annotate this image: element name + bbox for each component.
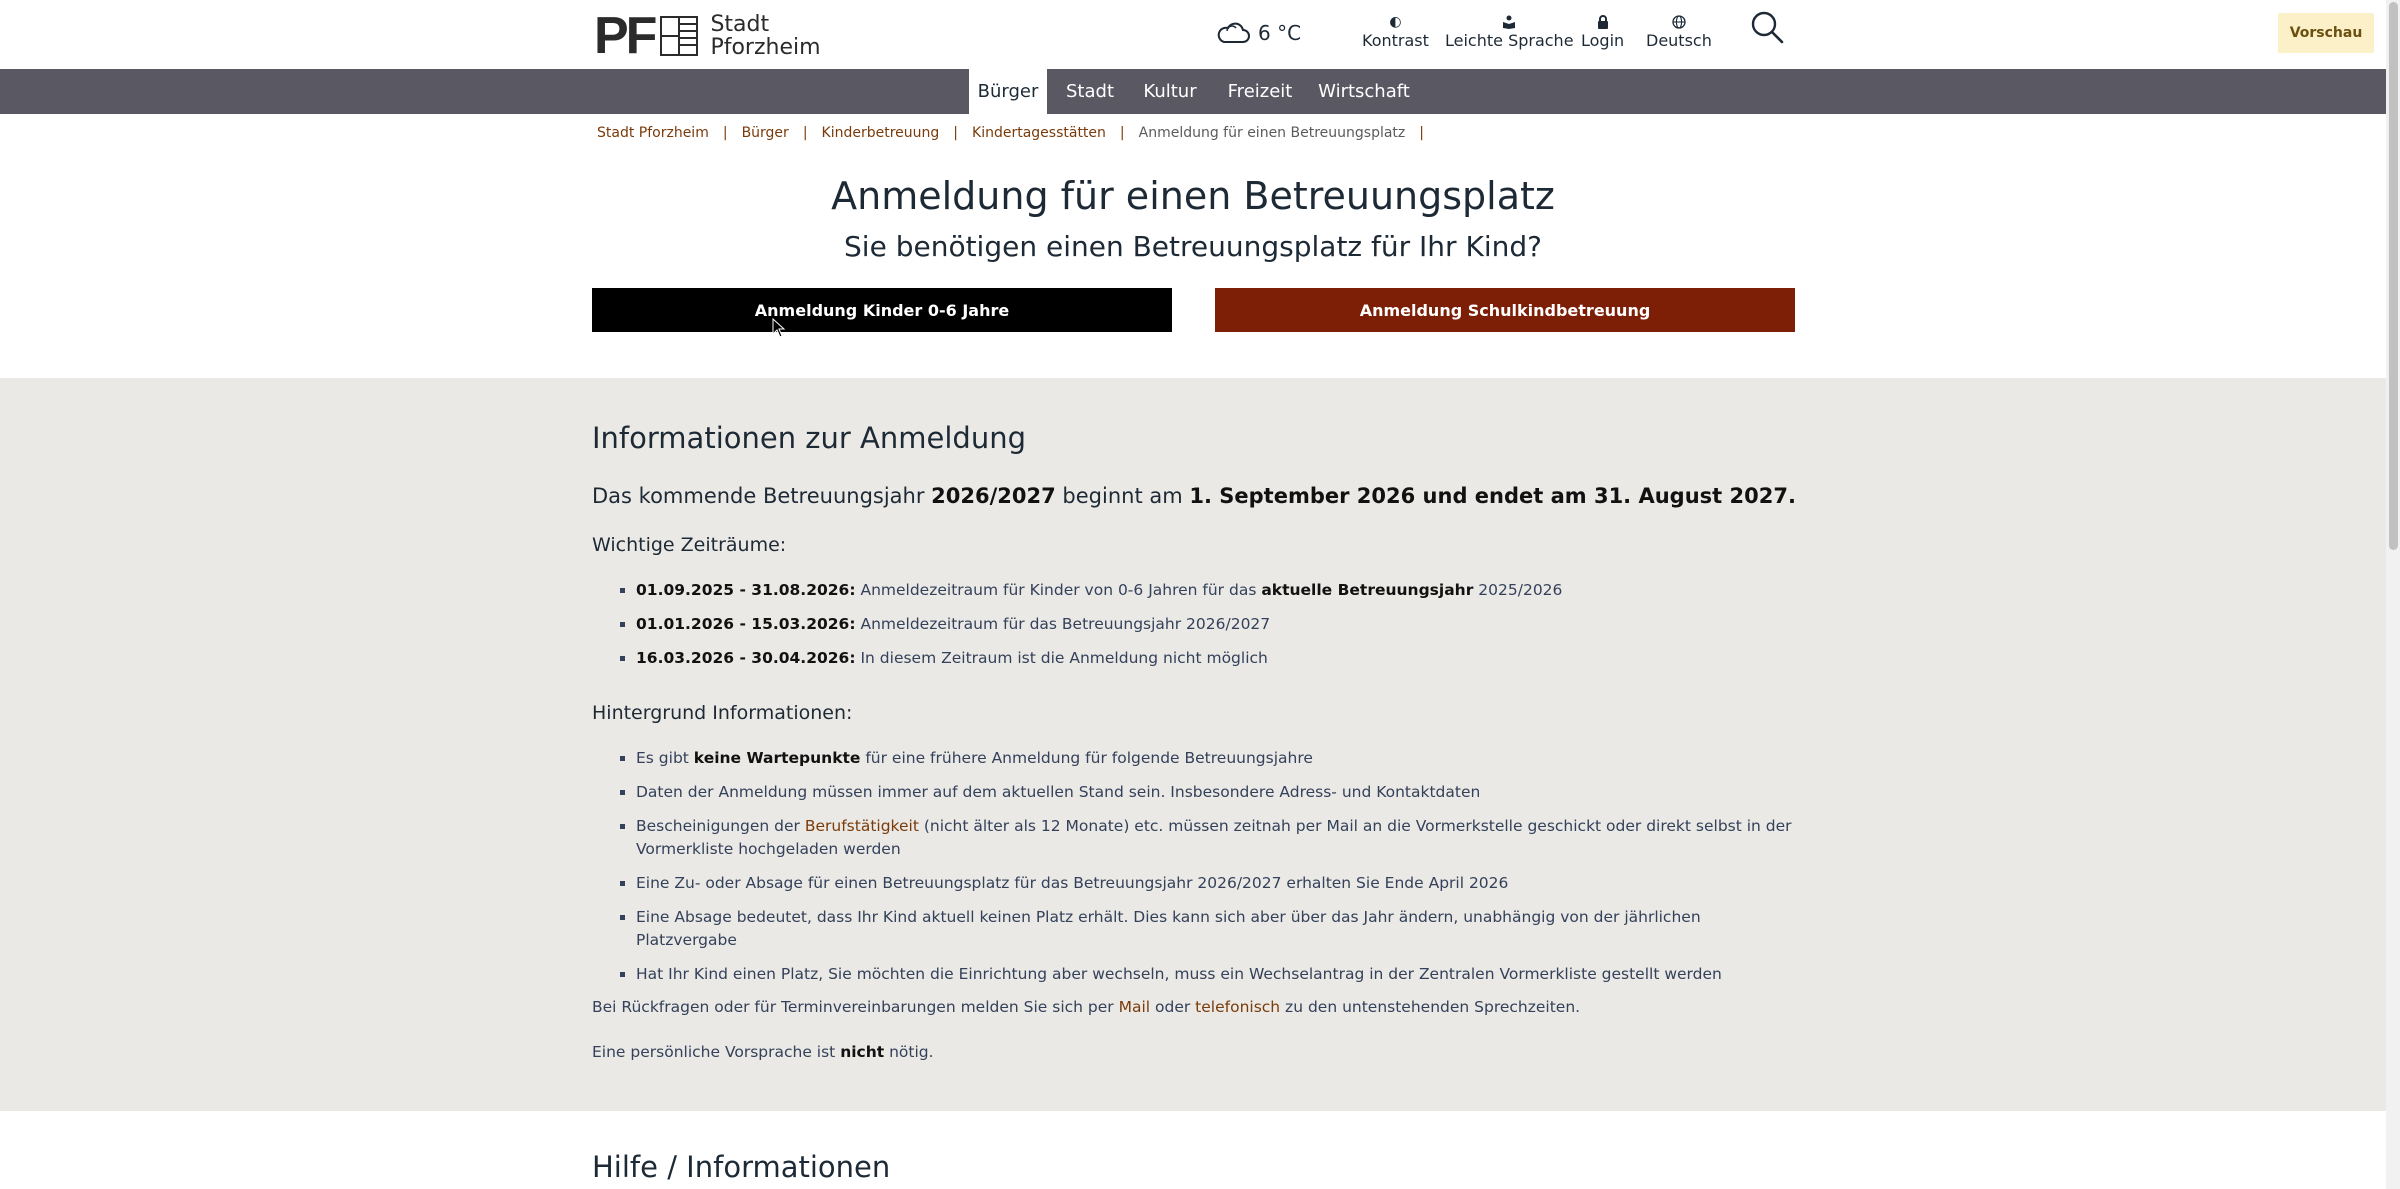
period-date: 01.09.2025 - 31.08.2026:	[636, 581, 856, 599]
hintergrund-title: Hintergrund Informationen:	[592, 702, 853, 724]
visit-bold: nicht	[840, 1043, 885, 1061]
period-date: 16.03.2026 - 30.04.2026:	[636, 649, 856, 667]
visit-text: nötig.	[884, 1043, 934, 1061]
site-header: PF Stadt Pforzheim 6 °C ◐ Kontrast Leich…	[0, 0, 2386, 69]
contact-text: Bei Rückfragen oder für Terminvereinbaru…	[592, 998, 1119, 1016]
contrast-label: Kontrast	[1362, 31, 1429, 50]
info-section: Informationen zur Anmeldung Das kommende…	[0, 378, 2386, 1111]
help-section-title: Hilfe / Informationen	[592, 1150, 891, 1184]
site-logo[interactable]: PF Stadt Pforzheim	[594, 10, 821, 62]
mail-link[interactable]: Mail	[1119, 998, 1150, 1016]
lead-text-2: beginnt am	[1055, 484, 1190, 508]
info-text: Bescheinigungen der	[636, 817, 805, 835]
breadcrumb: Stadt Pforzheim | Bürger | Kinderbetreuu…	[597, 125, 1438, 141]
visit-paragraph: Eine persönliche Vorsprache ist nicht nö…	[592, 1043, 934, 1061]
breadcrumb-separator: |	[802, 125, 808, 141]
breadcrumb-buerger[interactable]: Bürger	[742, 125, 789, 141]
period-text: In diesem Zeitraum ist die Anmeldung nic…	[855, 649, 1268, 667]
logo-text-line-1: Stadt	[710, 12, 770, 37]
language-selector[interactable]: Deutsch	[1646, 13, 1712, 50]
contact-text: oder	[1150, 998, 1196, 1016]
period-date: 01.01.2026 - 15.03.2026:	[636, 615, 856, 633]
info-bold: keine Wartepunkte	[693, 749, 861, 767]
lead-dates: 1. September 2026 und endet am 31. Augus…	[1189, 484, 1796, 508]
login-link[interactable]: Login	[1581, 13, 1624, 50]
breadcrumb-stadt-pforzheim[interactable]: Stadt Pforzheim	[597, 125, 709, 141]
breadcrumb-kindertagesstaetten[interactable]: Kindertagesstätten	[972, 125, 1106, 141]
contrast-icon: ◐	[1389, 14, 1402, 30]
list-item: Es gibt keine Wartepunkte für eine frühe…	[636, 747, 1806, 770]
nav-item-freizeit[interactable]: Freizeit	[1222, 69, 1298, 114]
period-text: Anmeldezeitraum für das Betreuungsjahr 2…	[855, 615, 1271, 633]
breadcrumb-separator: |	[722, 125, 728, 141]
breadcrumb-kinderbetreuung[interactable]: Kinderbetreuung	[822, 125, 940, 141]
hintergrund-list: Es gibt keine Wartepunkte für eine frühe…	[612, 747, 1806, 986]
list-item: Hat Ihr Kind einen Platz, Sie möchten di…	[636, 963, 1806, 986]
page-subtitle: Sie benötigen einen Betreuungsplatz für …	[844, 230, 1542, 263]
nav-item-kultur[interactable]: Kultur	[1137, 69, 1203, 114]
preview-button[interactable]: Vorschau	[2278, 13, 2374, 53]
nav-item-wirtschaft[interactable]: Wirtschaft	[1315, 69, 1413, 114]
cloud-icon	[1217, 22, 1250, 43]
visit-text: Eine persönliche Vorsprache ist	[592, 1043, 841, 1061]
logo-pf: PF	[594, 7, 657, 65]
nav-item-buerger[interactable]: Bürger	[969, 69, 1047, 114]
login-label: Login	[1581, 31, 1625, 50]
logo-text: Stadt Pforzheim	[710, 13, 820, 59]
easy-language-icon	[1502, 13, 1516, 31]
language-label: Deutsch	[1646, 31, 1712, 50]
breadcrumb-separator: |	[1419, 125, 1424, 141]
easy-language-link[interactable]: Leichte Sprache	[1445, 13, 1574, 50]
logo-text-line-2: Pforzheim	[710, 35, 821, 60]
list-item: 01.09.2025 - 31.08.2026: Anmeldezeitraum…	[636, 579, 1806, 602]
list-item: Eine Zu- oder Absage für einen Betreuung…	[636, 872, 1806, 895]
mouse-cursor-icon	[772, 318, 786, 338]
info-text: Es gibt	[636, 749, 694, 767]
info-lead: Das kommende Betreuungsjahr 2026/2027 be…	[592, 484, 1796, 508]
period-bold: aktuelle Betreuungsjahr	[1261, 581, 1474, 599]
list-item: 01.01.2026 - 15.03.2026: Anmeldezeitraum…	[636, 613, 1806, 636]
period-text-2: 2025/2026	[1473, 581, 1563, 599]
berufstaetigkeit-link[interactable]: Berufstätigkeit	[805, 817, 919, 835]
breadcrumb-separator: |	[953, 125, 959, 141]
breadcrumb-current: Anmeldung für einen Betreuungsplatz	[1138, 125, 1406, 141]
lock-icon	[1597, 13, 1609, 31]
contact-text: zu den untenstehenden Sprechzeiten.	[1280, 998, 1581, 1016]
scrollbar-thumb[interactable]	[2389, 2, 2398, 550]
info-text: für eine frühere Anmeldung für folgende …	[860, 749, 1313, 767]
register-school-children-button[interactable]: Anmeldung Schulkindbetreuung	[1215, 288, 1795, 332]
search-icon	[1751, 11, 1784, 44]
weather-temperature: 6 °C	[1258, 21, 1302, 45]
list-item: 16.03.2026 - 30.04.2026: In diesem Zeitr…	[636, 647, 1806, 670]
info-title: Informationen zur Anmeldung	[592, 421, 1026, 455]
lead-text-1: Das kommende Betreuungsjahr	[592, 484, 932, 508]
register-children-0-6-button[interactable]: Anmeldung Kinder 0-6 Jahre	[592, 288, 1172, 332]
page-title: Anmeldung für einen Betreuungsplatz	[831, 174, 1555, 218]
breadcrumb-separator: |	[1119, 125, 1125, 141]
list-item: Bescheinigungen der Berufstätigkeit (nic…	[636, 815, 1806, 861]
weather-widget: 6 °C	[1216, 21, 1301, 45]
zeitraeume-title: Wichtige Zeiträume:	[592, 534, 787, 556]
period-text: Anmeldezeitraum für Kinder von 0-6 Jahre…	[855, 581, 1262, 599]
list-item: Eine Absage bedeutet, dass Ihr Kind aktu…	[636, 906, 1806, 952]
globe-icon	[1672, 13, 1686, 31]
main-navigation: Bürger Stadt Kultur Freizeit Wirtschaft	[0, 69, 2386, 114]
zeitraeume-list: 01.09.2025 - 31.08.2026: Anmeldezeitraum…	[612, 579, 1806, 670]
phone-link[interactable]: telefonisch	[1195, 998, 1280, 1016]
easy-language-label: Leichte Sprache	[1445, 31, 1574, 50]
contact-paragraph: Bei Rückfragen oder für Terminvereinbaru…	[592, 998, 1580, 1016]
list-item: Daten der Anmeldung müssen immer auf dem…	[636, 781, 1806, 804]
lead-year: 2026/2027	[931, 484, 1056, 508]
logo-mark-icon	[660, 16, 699, 56]
search-button[interactable]	[1750, 10, 1784, 44]
contrast-toggle[interactable]: ◐ Kontrast	[1362, 13, 1429, 50]
nav-item-stadt[interactable]: Stadt	[1061, 69, 1119, 114]
